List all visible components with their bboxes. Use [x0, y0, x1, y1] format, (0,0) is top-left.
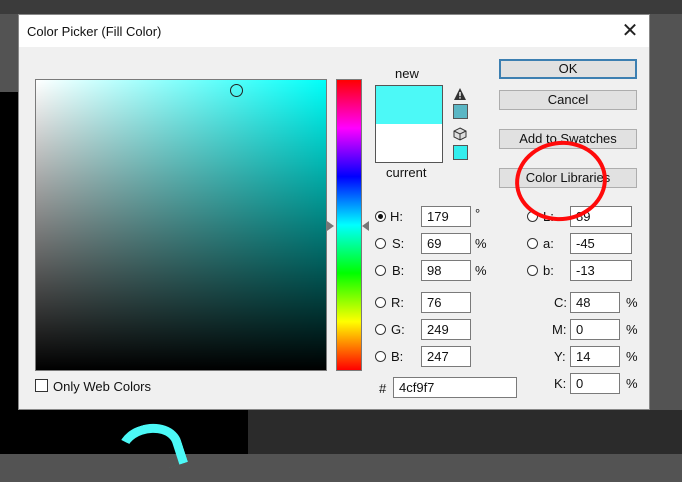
saturation-input[interactable] — [421, 233, 471, 254]
color-picker-dialog: Color Picker (Fill Color) ✕ new current … — [18, 14, 650, 410]
yellow-unit: % — [626, 349, 638, 364]
hue-unit: ° — [475, 206, 481, 221]
green-radio[interactable] — [375, 324, 386, 335]
cyan-label: C: — [554, 295, 567, 310]
saturation-label: S: — [392, 236, 405, 251]
hue-slider-left-arrow[interactable] — [327, 221, 334, 231]
red-input[interactable] — [421, 292, 471, 313]
new-color-label: new — [395, 66, 419, 81]
out-of-gamut-warning-icon[interactable] — [453, 87, 467, 101]
black-input[interactable] — [570, 373, 620, 394]
color-preview — [375, 85, 443, 163]
current-color-swatch[interactable] — [376, 124, 442, 162]
red-label: R: — [391, 295, 404, 310]
magenta-unit: % — [626, 322, 638, 337]
cancel-button[interactable]: Cancel — [499, 90, 637, 110]
hue-label: H: — [390, 209, 403, 224]
lab-a-radio[interactable] — [527, 238, 538, 249]
brightness-label: B: — [392, 263, 405, 278]
workspace-area — [248, 410, 682, 454]
black-label: K: — [554, 376, 567, 391]
ok-button[interactable]: OK — [499, 59, 637, 79]
app-background-strip — [0, 0, 682, 14]
only-web-colors-checkbox[interactable] — [35, 379, 48, 392]
hue-input[interactable] — [421, 206, 471, 227]
web-safe-cube-icon[interactable] — [453, 127, 467, 141]
hex-input[interactable] — [393, 377, 517, 398]
cyan-unit: % — [626, 295, 638, 310]
lab-b-label: b: — [543, 263, 554, 278]
hue-radio[interactable] — [375, 211, 386, 222]
dialog-title: Color Picker (Fill Color) — [27, 24, 162, 39]
green-input[interactable] — [421, 319, 471, 340]
blue-input[interactable] — [421, 346, 471, 367]
color-field-cursor[interactable] — [230, 84, 243, 97]
hue-slider[interactable] — [336, 79, 362, 371]
gamut-color-swatch[interactable] — [453, 104, 468, 119]
color-field[interactable] — [35, 79, 327, 371]
current-color-label: current — [386, 165, 427, 180]
only-web-colors-label[interactable]: Only Web Colors — [53, 379, 151, 394]
yellow-label: Y: — [554, 349, 566, 364]
red-radio[interactable] — [375, 297, 386, 308]
lab-a-input[interactable] — [570, 233, 632, 254]
saturation-radio[interactable] — [375, 238, 386, 249]
green-label: G: — [391, 322, 405, 337]
brightness-unit: % — [475, 263, 487, 278]
hex-label: # — [379, 381, 387, 396]
lab-a-label: a: — [543, 236, 554, 251]
blue-radio[interactable] — [375, 351, 386, 362]
yellow-input[interactable] — [570, 346, 620, 367]
web-safe-color-swatch[interactable] — [453, 145, 468, 160]
magenta-input[interactable] — [570, 319, 620, 340]
brightness-input[interactable] — [421, 260, 471, 281]
black-unit: % — [626, 376, 638, 391]
dialog-titlebar: Color Picker (Fill Color) ✕ — [19, 15, 649, 47]
magenta-label: M: — [552, 322, 567, 337]
hue-slider-right-arrow[interactable] — [362, 221, 369, 231]
saturation-unit: % — [475, 236, 487, 251]
color-field-gradient[interactable] — [36, 80, 326, 370]
blue-label: B: — [391, 349, 404, 364]
new-color-swatch — [376, 86, 442, 124]
brightness-radio[interactable] — [375, 265, 386, 276]
lab-b-input[interactable] — [570, 260, 632, 281]
lab-b-radio[interactable] — [527, 265, 538, 276]
close-button[interactable]: ✕ — [617, 18, 643, 44]
hue-slider-track[interactable] — [337, 80, 361, 370]
cyan-input[interactable] — [570, 292, 620, 313]
